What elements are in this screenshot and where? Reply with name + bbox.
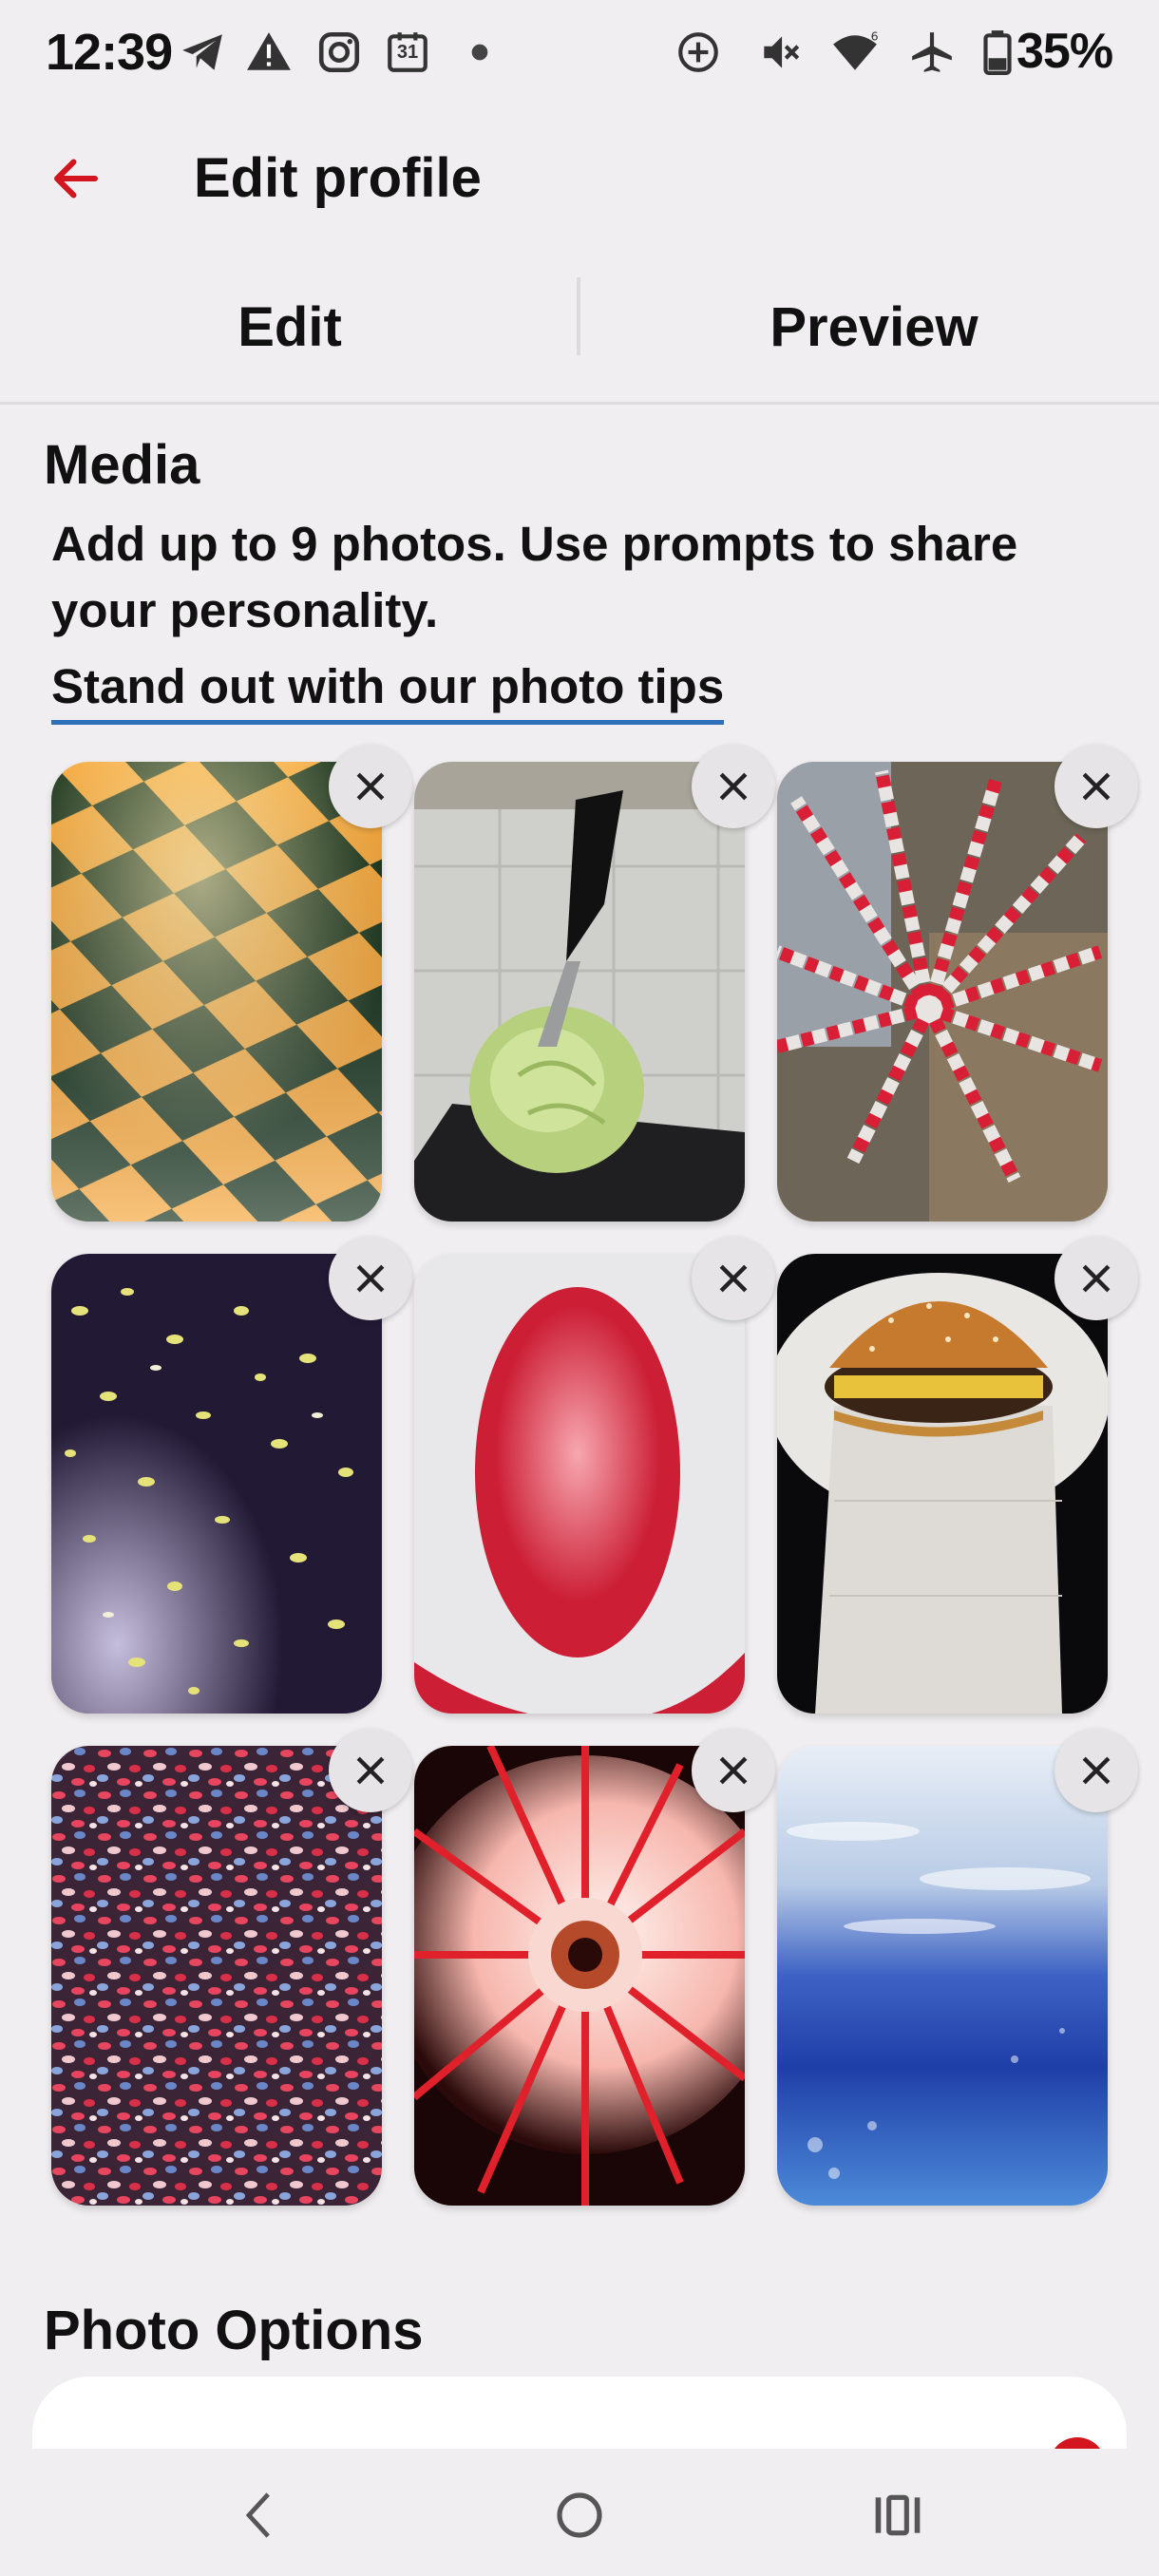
battery-percent: 35%: [1016, 24, 1113, 79]
photo-tile[interactable]: [777, 1729, 1138, 2206]
home-nav-button[interactable]: [537, 2477, 622, 2553]
wifi-icon: 6: [833, 29, 879, 70]
back-nav-icon: [245, 2492, 270, 2538]
arrow-left-icon[interactable]: [48, 150, 104, 207]
photo-grid: [51, 745, 1138, 2206]
photo-red-white-tape-window[interactable]: [777, 762, 1108, 1222]
remove-photo-button[interactable]: [329, 1237, 412, 1320]
photo-checkerboard-floor[interactable]: [51, 762, 382, 1222]
media-section-title: Media: [44, 434, 200, 496]
vibrate-off-icon: [764, 36, 800, 68]
photo-options-title: Photo Options: [44, 2300, 424, 2361]
back-nav-button[interactable]: [217, 2477, 302, 2553]
home-nav-icon: [557, 2492, 602, 2538]
photo-tile[interactable]: [777, 1237, 1138, 1714]
photo-tile[interactable]: [414, 745, 775, 1222]
photo-tile[interactable]: [414, 1237, 775, 1714]
tab-bar: Edit Preview: [0, 256, 1159, 405]
battery-icon: [983, 30, 1012, 75]
svg-text:6: 6: [871, 29, 879, 44]
telegram-icon: [182, 34, 222, 70]
remove-photo-button[interactable]: [692, 1237, 775, 1320]
close-icon: [719, 1264, 748, 1293]
close-icon: [1082, 1264, 1111, 1293]
status-bar: 12:39 31 6 35%: [0, 0, 1159, 104]
status-time: 12:39: [46, 24, 173, 81]
remove-photo-button[interactable]: [1054, 1237, 1138, 1320]
remove-photo-button[interactable]: [1054, 1729, 1138, 1812]
photo-blue-water[interactable]: [777, 1746, 1108, 2206]
photo-red-oval[interactable]: [414, 1254, 745, 1714]
system-nav-bar: [0, 2449, 1159, 2576]
airplane-icon: [912, 32, 952, 72]
calendar-icon: 31: [384, 28, 431, 76]
recents-nav-icon: [875, 2494, 921, 2536]
remove-photo-button[interactable]: [692, 1729, 775, 1812]
close-icon: [1082, 1756, 1111, 1785]
warning-icon: [247, 32, 291, 70]
tab-divider: [577, 277, 580, 355]
photo-tips-link[interactable]: Stand out with our photo tips: [51, 655, 725, 725]
close-icon: [719, 1756, 748, 1785]
close-icon: [719, 772, 748, 801]
page-title: Edit profile: [194, 147, 482, 209]
media-description: Add up to 9 photos. Use prompts to share…: [51, 517, 1018, 637]
close-icon: [356, 772, 385, 801]
remove-photo-button[interactable]: [1054, 745, 1138, 828]
tab-edit[interactable]: Edit: [24, 285, 556, 370]
photo-tile[interactable]: [51, 745, 412, 1222]
photo-red-light-fixture[interactable]: [414, 1746, 745, 2206]
photo-tile[interactable]: [414, 1729, 775, 2206]
close-icon: [356, 1264, 385, 1293]
remove-photo-button[interactable]: [329, 1729, 412, 1812]
remove-photo-button[interactable]: [692, 745, 775, 828]
photo-confetti-pattern[interactable]: [51, 1746, 382, 2206]
close-icon: [1082, 772, 1111, 801]
calendar-day: 31: [396, 42, 419, 63]
recents-nav-button[interactable]: [855, 2477, 940, 2553]
photo-burger-on-napkin[interactable]: [777, 1254, 1108, 1714]
photo-tile[interactable]: [51, 1237, 412, 1714]
photo-cabbage-with-knife[interactable]: [414, 762, 745, 1222]
tab-preview[interactable]: Preview: [608, 285, 1140, 370]
close-icon: [356, 1756, 385, 1785]
top-app-bar: Edit profile: [0, 123, 1159, 237]
dot-icon: [471, 44, 488, 61]
instagram-icon: [318, 31, 360, 73]
remove-photo-button[interactable]: [329, 745, 412, 828]
data-saver-icon: [678, 32, 718, 72]
photo-leaves-on-car[interactable]: [51, 1254, 382, 1714]
photo-tile[interactable]: [777, 745, 1138, 1222]
photo-tile[interactable]: [51, 1729, 412, 2206]
